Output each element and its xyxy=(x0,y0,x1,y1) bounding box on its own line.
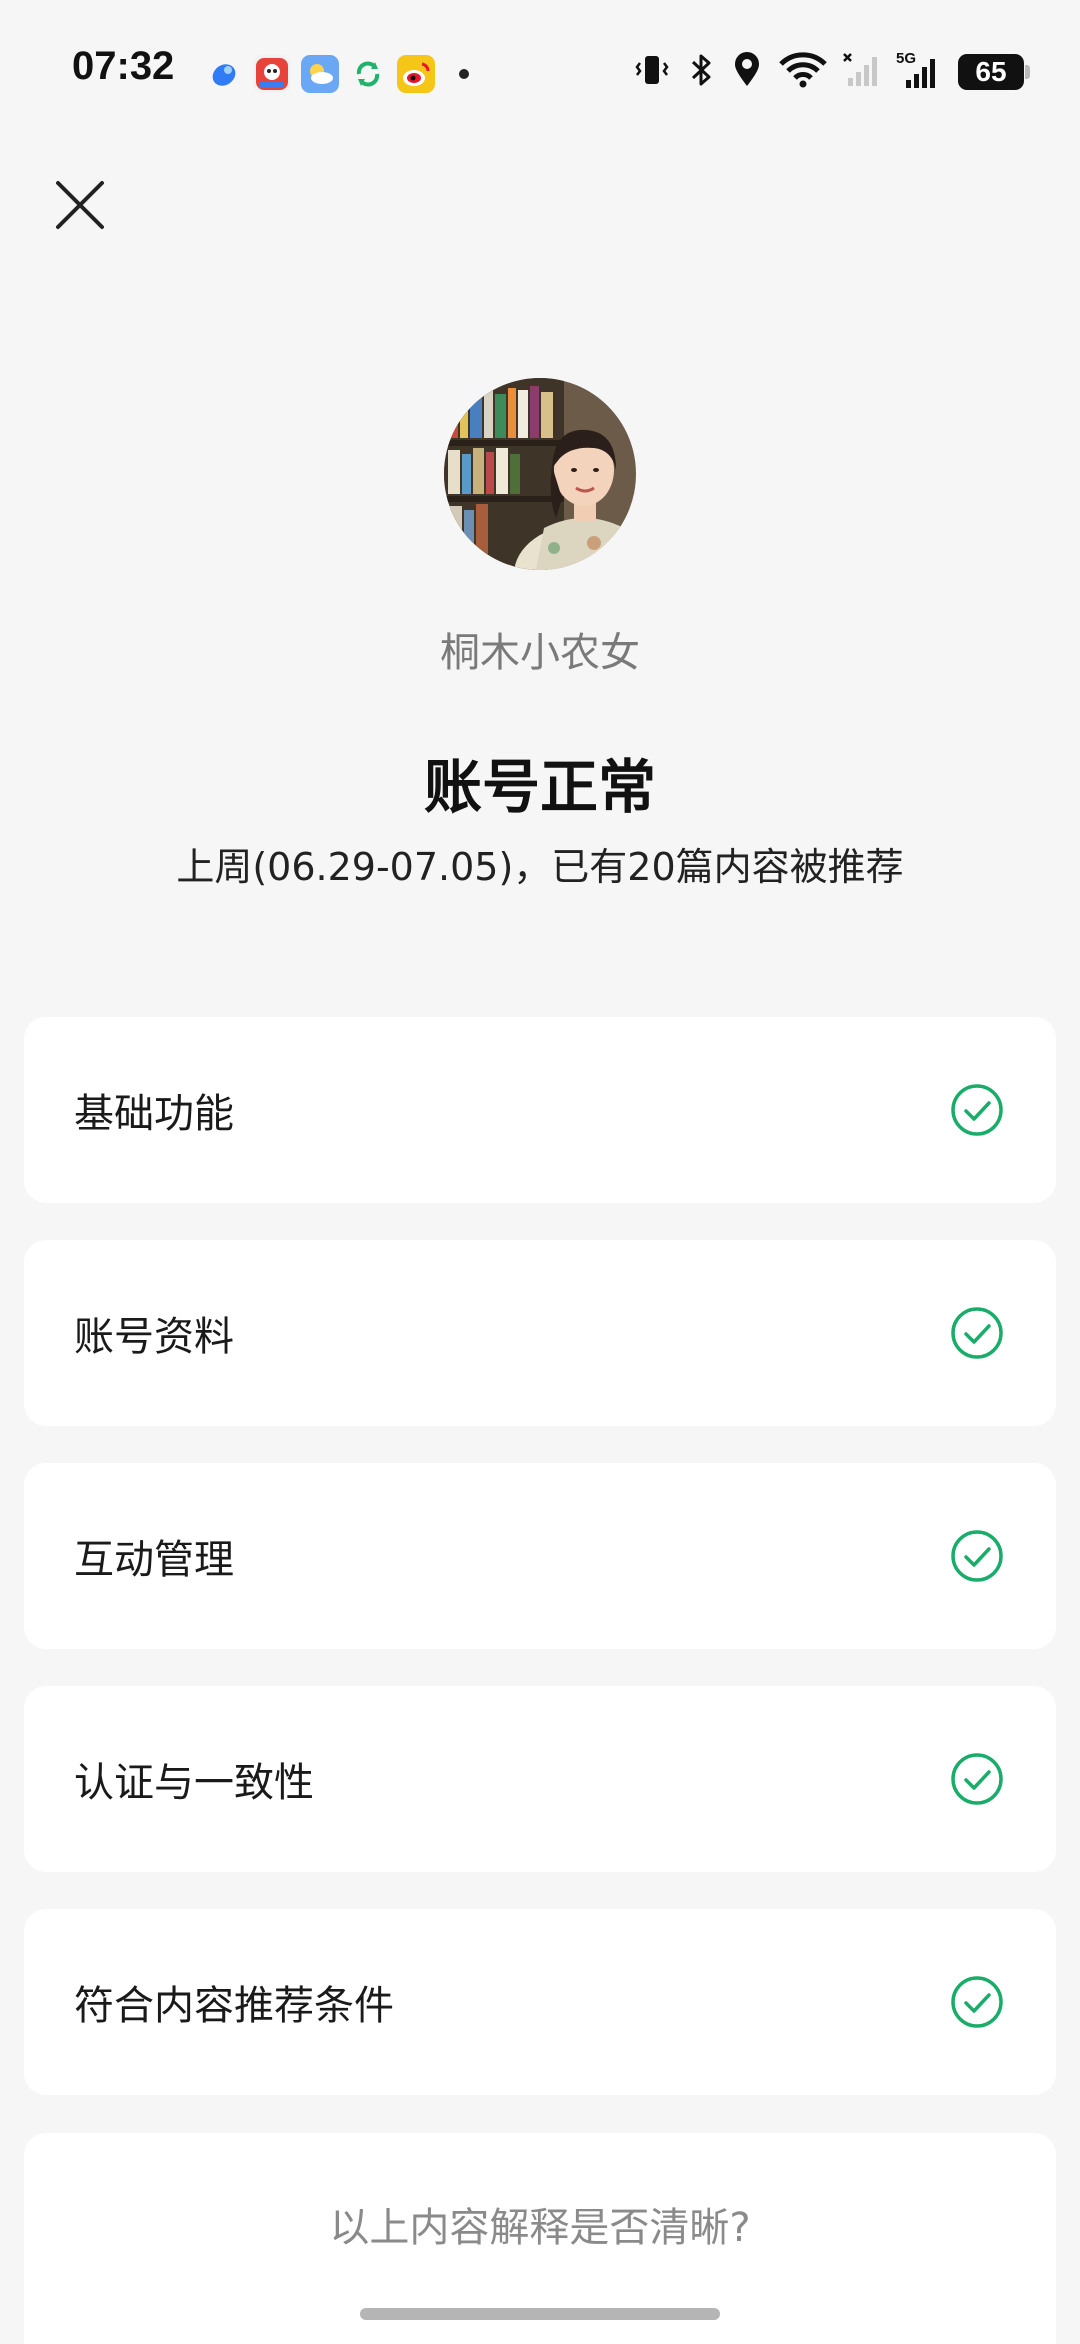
check-circle-icon xyxy=(951,1530,1003,1582)
avatar xyxy=(444,378,636,570)
sync-app-icon xyxy=(349,55,387,93)
check-circle-icon xyxy=(951,1753,1003,1805)
check-item-label: 账号资料 xyxy=(74,1314,234,1360)
more-notifications-dot xyxy=(459,69,469,79)
check-item-basic-functions[interactable]: 基础功能 xyxy=(24,1017,1056,1203)
account-status-subtitle: 上周(06.29-07.05)，已有20篇内容被推荐 xyxy=(176,845,904,889)
game-app-icon xyxy=(253,55,291,93)
check-item-account-profile[interactable]: 账号资料 xyxy=(24,1240,1056,1426)
system-icons: 5G 65 xyxy=(632,50,1030,94)
close-icon xyxy=(56,181,104,229)
check-item-interaction-management[interactable]: 互动管理 xyxy=(24,1463,1056,1649)
location-icon xyxy=(730,50,764,94)
weather-app-icon xyxy=(301,55,339,93)
check-item-label: 基础功能 xyxy=(74,1091,234,1137)
account-status-screen: 07:32 5G 65 桐木小农女 账号正常 上周(06.29-07.05)，已… xyxy=(0,0,1080,2344)
notification-icons xyxy=(205,52,469,96)
check-circle-icon xyxy=(951,1976,1003,2028)
username: 桐木小农女 xyxy=(440,630,640,676)
check-item-label: 认证与一致性 xyxy=(74,1760,314,1806)
status-time: 07:32 xyxy=(72,44,175,88)
browser-app-icon xyxy=(205,55,243,93)
status-bar: 07:32 5G 65 xyxy=(0,0,1080,120)
check-item-verification-consistency[interactable]: 认证与一致性 xyxy=(24,1686,1056,1872)
vibrate-icon xyxy=(632,50,672,94)
bluetooth-icon xyxy=(686,50,716,94)
battery-icon: 65 xyxy=(958,54,1030,90)
signal-no-sim-icon xyxy=(842,50,882,94)
check-item-label: 互动管理 xyxy=(74,1537,234,1583)
account-status-title: 账号正常 xyxy=(423,753,656,821)
close-button[interactable] xyxy=(50,175,110,235)
weibo-app-icon xyxy=(397,55,435,93)
check-item-content-recommendation[interactable]: 符合内容推荐条件 xyxy=(24,1909,1056,2095)
check-circle-icon xyxy=(951,1084,1003,1136)
wifi-icon xyxy=(778,50,828,94)
signal-5g-icon: 5G xyxy=(896,50,944,92)
check-item-label: 符合内容推荐条件 xyxy=(74,1983,394,2029)
home-indicator[interactable] xyxy=(360,2308,720,2320)
check-circle-icon xyxy=(951,1307,1003,1359)
feedback-question: 以上内容解释是否清晰? xyxy=(329,2205,751,2251)
